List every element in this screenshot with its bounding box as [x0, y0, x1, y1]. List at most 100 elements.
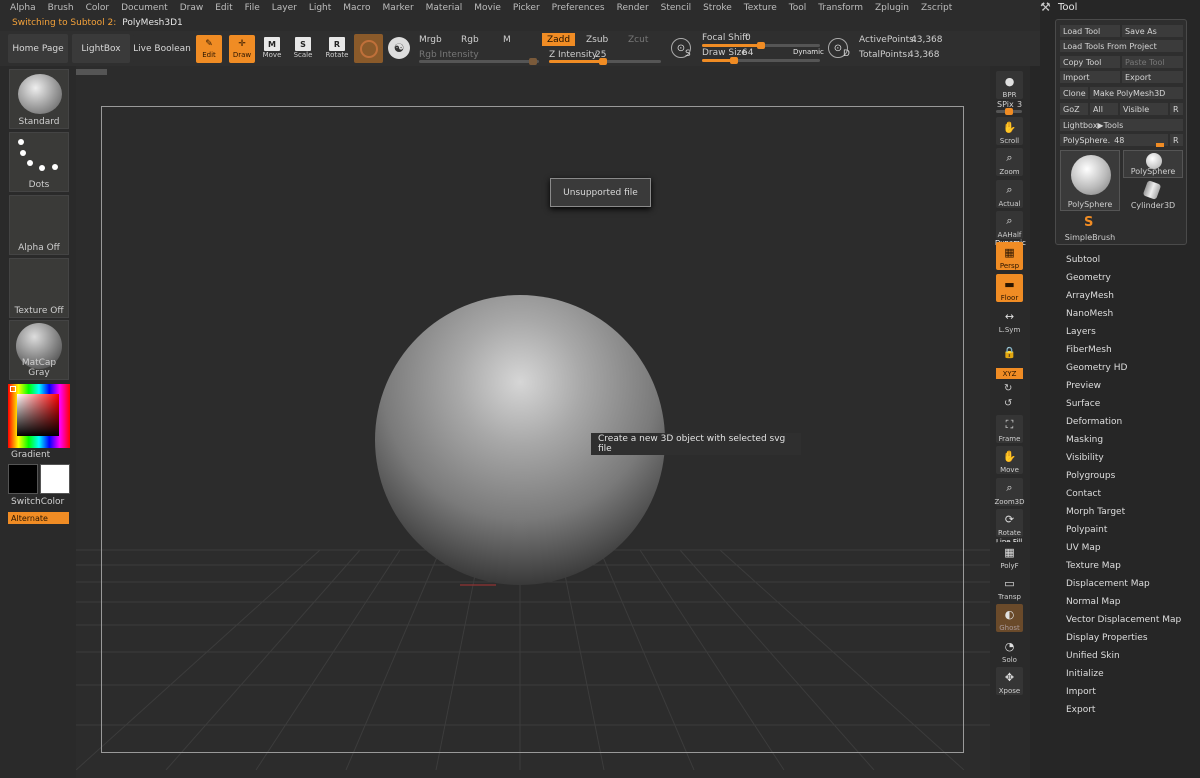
xyz-button[interactable]: XYZ: [996, 368, 1023, 379]
secondary-color-swatch[interactable]: [40, 464, 70, 494]
section-geometry[interactable]: Geometry: [1066, 273, 1111, 283]
floor-button[interactable]: ▬ Floor: [996, 274, 1023, 302]
draw-size-knob[interactable]: [730, 57, 738, 64]
ghost-button[interactable]: ◐ Ghost: [996, 604, 1023, 632]
menu-color[interactable]: Color: [80, 3, 116, 13]
menu-zscript[interactable]: Zscript: [915, 3, 958, 13]
lightbox-button[interactable]: LightBox: [72, 34, 130, 63]
menu-brush[interactable]: Brush: [42, 3, 80, 13]
draw-button[interactable]: ✛ Draw: [229, 35, 255, 63]
tool-thumb-polysphere-small[interactable]: PolySphere: [1123, 150, 1183, 178]
mrgb-button[interactable]: Mrgb: [419, 35, 442, 45]
m-button[interactable]: M: [503, 35, 511, 45]
polysphere-slider-knob[interactable]: [1156, 143, 1164, 147]
aahalf-button[interactable]: ⌕ AAHalf: [996, 211, 1023, 239]
section-initialize[interactable]: Initialize: [1066, 669, 1104, 679]
section-deformation[interactable]: Deformation: [1066, 417, 1122, 427]
rotate-y-icon[interactable]: ↻: [1004, 383, 1012, 394]
section-vector-displacement-map[interactable]: Vector Displacement Map: [1066, 615, 1181, 625]
section-fibermesh[interactable]: FiberMesh: [1066, 345, 1112, 355]
tool-thumb-cylinder[interactable]: Cylinder3D: [1123, 180, 1183, 211]
menu-draw[interactable]: Draw: [174, 3, 210, 13]
menu-stencil[interactable]: Stencil: [655, 3, 697, 13]
menu-document[interactable]: Document: [115, 3, 174, 13]
unsupported-file-popup[interactable]: Unsupported file: [550, 178, 651, 207]
focal-shift-slider[interactable]: [702, 42, 820, 49]
z-intensity-slider[interactable]: [549, 58, 661, 65]
transp-button[interactable]: ▭ Transp: [996, 573, 1023, 601]
menu-zplugin[interactable]: Zplugin: [869, 3, 915, 13]
menu-light[interactable]: Light: [303, 3, 337, 13]
section-displacement-map[interactable]: Displacement Map: [1066, 579, 1150, 589]
menu-alpha[interactable]: Alpha: [4, 3, 42, 13]
section-arraymesh[interactable]: ArrayMesh: [1066, 291, 1114, 301]
zcut-button[interactable]: Zcut: [628, 35, 648, 45]
texture-slot[interactable]: Texture Off: [9, 258, 69, 318]
section-texture-map[interactable]: Texture Map: [1066, 561, 1121, 571]
menu-picker[interactable]: Picker: [507, 3, 546, 13]
save-as-button[interactable]: Save As: [1122, 25, 1183, 37]
menu-render[interactable]: Render: [611, 3, 655, 13]
export-button[interactable]: Export: [1122, 71, 1183, 83]
move-button[interactable]: M Move: [259, 35, 285, 63]
alternate-button[interactable]: Alternate: [8, 512, 69, 524]
clone-button[interactable]: Clone: [1060, 87, 1088, 99]
section-subtool[interactable]: Subtool: [1066, 255, 1100, 265]
polyf-button[interactable]: ▦ PolyF: [996, 542, 1023, 570]
gyro-icon[interactable]: ☯: [388, 37, 410, 59]
rotate-button[interactable]: R Rotate: [324, 35, 350, 63]
spix-slider[interactable]: [996, 108, 1022, 115]
rotate-view-button[interactable]: ⟳ Rotate: [996, 509, 1023, 537]
lock-button[interactable]: 🔒: [996, 338, 1023, 366]
section-visibility[interactable]: Visibility: [1066, 453, 1104, 463]
gradient-label[interactable]: Gradient: [11, 450, 50, 460]
r-button[interactable]: R: [1170, 103, 1183, 115]
section-polygroups[interactable]: Polygroups: [1066, 471, 1115, 481]
section-surface[interactable]: Surface: [1066, 399, 1100, 409]
lightbox-tools-button[interactable]: Lightbox▶Tools: [1060, 119, 1183, 131]
all-button[interactable]: All: [1090, 103, 1118, 115]
menu-movie[interactable]: Movie: [468, 3, 507, 13]
section-import[interactable]: Import: [1066, 687, 1096, 697]
section-layers[interactable]: Layers: [1066, 327, 1096, 337]
canvas-scroll-handle[interactable]: [76, 69, 107, 75]
spix-knob[interactable]: [1005, 108, 1013, 115]
rgb-button[interactable]: Rgb: [461, 35, 479, 45]
section-nanomesh[interactable]: NanoMesh: [1066, 309, 1113, 319]
section-masking[interactable]: Masking: [1066, 435, 1103, 445]
section-polypaint[interactable]: Polypaint: [1066, 525, 1107, 535]
zoom-button[interactable]: ⌕ Zoom: [996, 148, 1023, 176]
scale-button[interactable]: S Scale: [290, 35, 316, 63]
tool-thumb-simplebrush[interactable]: S SimpleBrush: [1060, 214, 1120, 242]
make-polymesh3d-button[interactable]: Make PolyMesh3D: [1090, 87, 1183, 99]
dynamic-toggle[interactable]: Dynamic: [793, 48, 824, 56]
stroke-slot[interactable]: Dots: [9, 132, 69, 192]
menu-file[interactable]: File: [239, 3, 266, 13]
brush-slot[interactable]: Standard: [9, 69, 69, 129]
zsub-button[interactable]: Zsub: [586, 35, 608, 45]
material-slot[interactable]: MatCap Gray: [9, 320, 69, 380]
rgb-intensity-slider[interactable]: [419, 58, 539, 65]
move-view-button[interactable]: ✋ Move: [996, 446, 1023, 474]
section-uv-map[interactable]: UV Map: [1066, 543, 1101, 553]
menu-tool[interactable]: Tool: [783, 3, 812, 13]
menu-stroke[interactable]: Stroke: [697, 3, 738, 13]
menu-layer[interactable]: Layer: [266, 3, 303, 13]
material-swatch-button[interactable]: [354, 34, 383, 63]
menu-edit[interactable]: Edit: [209, 3, 238, 13]
section-display-properties[interactable]: Display Properties: [1066, 633, 1148, 643]
rotate-z-icon[interactable]: ↺: [1004, 398, 1012, 409]
draw-size-slider[interactable]: [702, 57, 820, 64]
rgb-intensity-knob[interactable]: [529, 58, 537, 65]
zoom3d-button[interactable]: ⌕ Zoom3D: [994, 478, 1025, 506]
z-intensity-knob[interactable]: [599, 58, 607, 65]
section-unified-skin[interactable]: Unified Skin: [1066, 651, 1120, 661]
polysphere-slider[interactable]: PolySphere. 48: [1060, 134, 1168, 147]
switchcolor-button[interactable]: SwitchColor: [11, 497, 64, 507]
menu-material[interactable]: Material: [420, 3, 469, 13]
frame-button[interactable]: ⛶ Frame: [996, 415, 1023, 443]
paste-tool-button[interactable]: Paste Tool: [1122, 56, 1183, 68]
tool-thumb-polysphere[interactable]: PolySphere: [1060, 150, 1120, 211]
menu-marker[interactable]: Marker: [377, 3, 420, 13]
goz-button[interactable]: GoZ: [1060, 103, 1088, 115]
